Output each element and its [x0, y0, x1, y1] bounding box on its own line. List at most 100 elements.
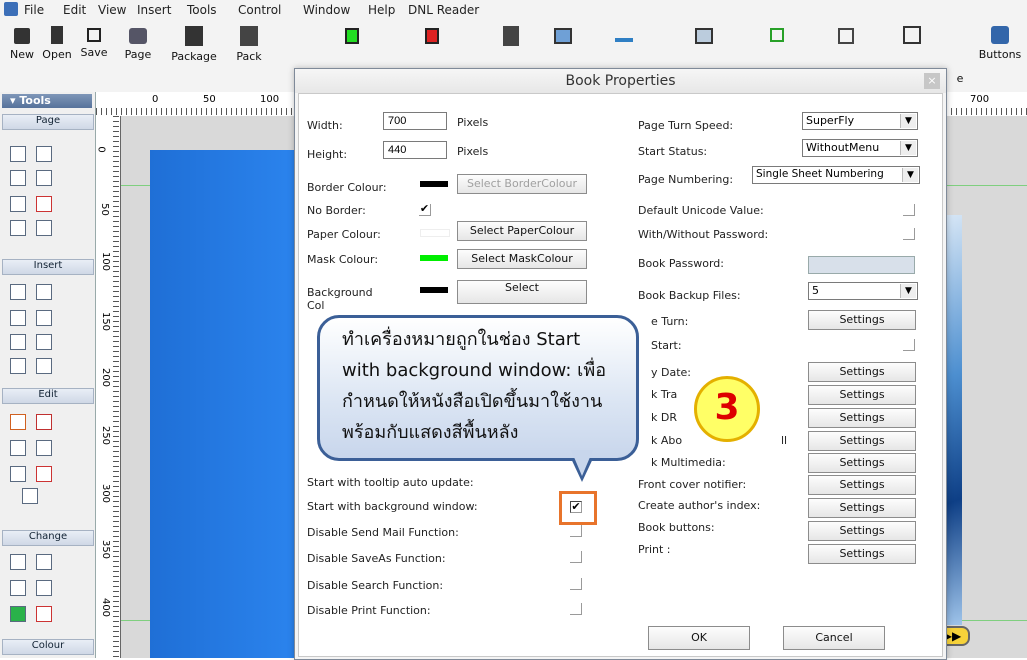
- select-border-colour-button[interactable]: Select BorderColour: [457, 174, 587, 194]
- preview-button[interactable]: [692, 24, 716, 48]
- callout-line: กำหนดให้หนังสือเปิดขึ้นมาใช้งาน: [342, 391, 603, 412]
- drm-settings-button[interactable]: Settings: [808, 408, 916, 428]
- change-size-icon[interactable]: [10, 554, 26, 570]
- undo-icon[interactable]: [10, 414, 26, 430]
- globe-button[interactable]: [551, 24, 575, 48]
- ok-button[interactable]: OK: [648, 626, 750, 650]
- width-input[interactable]: [383, 112, 447, 130]
- callout-line: ทำเครื่องหมายถูกในช่อง Start: [342, 329, 581, 350]
- redo-icon[interactable]: [36, 414, 52, 430]
- menu-insert[interactable]: Insert: [137, 3, 171, 17]
- author-index-settings-button[interactable]: Settings: [808, 498, 916, 518]
- change-order-icon[interactable]: [10, 580, 26, 596]
- new-button[interactable]: New: [4, 24, 40, 61]
- ruler-top-label: 50: [203, 94, 216, 105]
- page-export-icon[interactable]: [36, 196, 52, 212]
- no-border-checkbox[interactable]: ✔: [419, 203, 431, 216]
- change-image-icon[interactable]: [36, 580, 52, 596]
- menu-edit[interactable]: Edit: [63, 3, 86, 17]
- insert-image-icon[interactable]: [36, 284, 52, 300]
- pack-button[interactable]: Pack: [232, 24, 266, 63]
- insert-table-icon[interactable]: [10, 334, 26, 350]
- page-next-icon[interactable]: [10, 170, 26, 186]
- multimedia-settings-button[interactable]: Settings: [808, 453, 916, 473]
- about-settings-button[interactable]: Settings: [808, 431, 916, 451]
- mask-colour-swatch: [420, 255, 448, 261]
- colour-fill-icon[interactable]: [10, 606, 26, 622]
- lock-green-button[interactable]: [340, 24, 364, 48]
- change-width-icon[interactable]: [36, 554, 52, 570]
- package-alt-button[interactable]: [499, 24, 523, 50]
- select-background-colour-button[interactable]: Select: [457, 280, 587, 304]
- page-turn-settings-button[interactable]: Settings: [808, 310, 916, 330]
- turn-speed-select[interactable]: SuperFly ▼: [802, 112, 918, 130]
- refresh-button[interactable]: [765, 24, 789, 46]
- tools-header[interactable]: ▾ Tools: [2, 94, 92, 108]
- menu-help[interactable]: Help: [368, 3, 395, 17]
- menu-view[interactable]: View: [98, 3, 126, 17]
- open-button[interactable]: Open: [40, 24, 74, 61]
- menu-file[interactable]: File: [24, 3, 44, 17]
- menu-dnl-reader[interactable]: DNL Reader: [408, 3, 479, 17]
- book-buttons-settings-button[interactable]: Settings: [808, 521, 916, 541]
- paste-icon[interactable]: [10, 466, 26, 482]
- disable-saveas-checkbox[interactable]: [570, 551, 582, 563]
- track-settings-button[interactable]: Settings: [808, 385, 916, 405]
- start-checkbox[interactable]: [903, 339, 915, 351]
- copy-icon[interactable]: [36, 440, 52, 456]
- edit-doc-button[interactable]: [900, 24, 924, 48]
- select-mask-colour-button[interactable]: Select MaskColour: [457, 249, 587, 269]
- select-paper-colour-button[interactable]: Select PaperColour: [457, 221, 587, 241]
- app-logo-icon: [4, 2, 18, 16]
- expiry-settings-button[interactable]: Settings: [808, 362, 916, 382]
- insert-text-icon[interactable]: [10, 310, 26, 326]
- close-icon[interactable]: ×: [924, 73, 940, 89]
- unicode-checkbox[interactable]: [903, 204, 915, 216]
- page-button[interactable]: Page: [118, 24, 158, 61]
- height-label: Height:: [307, 148, 348, 161]
- move-icon[interactable]: [36, 606, 52, 622]
- sort-button[interactable]: [612, 24, 636, 46]
- print-settings-button[interactable]: Settings: [808, 544, 916, 564]
- insert-link-icon[interactable]: [10, 358, 26, 374]
- lock-red-button[interactable]: [420, 24, 444, 48]
- book-password-input[interactable]: [808, 256, 915, 274]
- save-button[interactable]: Save: [78, 24, 110, 59]
- backup-files-select[interactable]: 5 ▼: [808, 282, 918, 300]
- remove-page-icon[interactable]: [36, 146, 52, 162]
- layout-button[interactable]: [834, 24, 858, 48]
- disable-search-checkbox[interactable]: [570, 578, 582, 590]
- menu-bar: File Edit View Insert Tools Control Wind…: [0, 0, 1027, 20]
- delete-icon[interactable]: [36, 466, 52, 482]
- start-status-select[interactable]: WithoutMenu ▼: [802, 139, 918, 157]
- border-colour-swatch: [420, 181, 448, 187]
- add-page-icon[interactable]: [10, 146, 26, 162]
- page-numbering-select[interactable]: Single Sheet Numbering ▼: [752, 166, 920, 184]
- disable-print-label: Disable Print Function:: [307, 604, 431, 617]
- cut-icon[interactable]: [10, 440, 26, 456]
- cancel-button[interactable]: Cancel: [783, 626, 885, 650]
- buttons-button[interactable]: Buttons: [976, 24, 1024, 61]
- page-duplicate-icon[interactable]: [36, 220, 52, 236]
- page-link-icon[interactable]: [10, 220, 26, 236]
- menu-control[interactable]: Control: [238, 3, 281, 17]
- ruler-left-label: 100: [100, 251, 112, 272]
- page-import-icon[interactable]: [10, 196, 26, 212]
- insert-textbox-icon[interactable]: [36, 310, 52, 326]
- ruler-left-label: 150: [100, 311, 112, 332]
- disable-sendmail-checkbox[interactable]: [570, 525, 582, 537]
- page-copy-icon[interactable]: [36, 170, 52, 186]
- insert-rect-icon[interactable]: [10, 284, 26, 300]
- password-toggle-checkbox[interactable]: [903, 228, 915, 240]
- insert-grid-icon[interactable]: [36, 334, 52, 350]
- book-page-left[interactable]: [150, 150, 300, 658]
- height-input[interactable]: [383, 141, 447, 159]
- disable-sendmail-label: Disable Send Mail Function:: [307, 526, 459, 539]
- menu-tools[interactable]: Tools: [187, 3, 217, 17]
- select-icon[interactable]: [22, 488, 38, 504]
- package-button[interactable]: Package: [165, 24, 223, 63]
- front-cover-settings-button[interactable]: Settings: [808, 475, 916, 495]
- disable-print-checkbox[interactable]: [570, 603, 582, 615]
- insert-font-icon[interactable]: [36, 358, 52, 374]
- menu-window[interactable]: Window: [303, 3, 350, 17]
